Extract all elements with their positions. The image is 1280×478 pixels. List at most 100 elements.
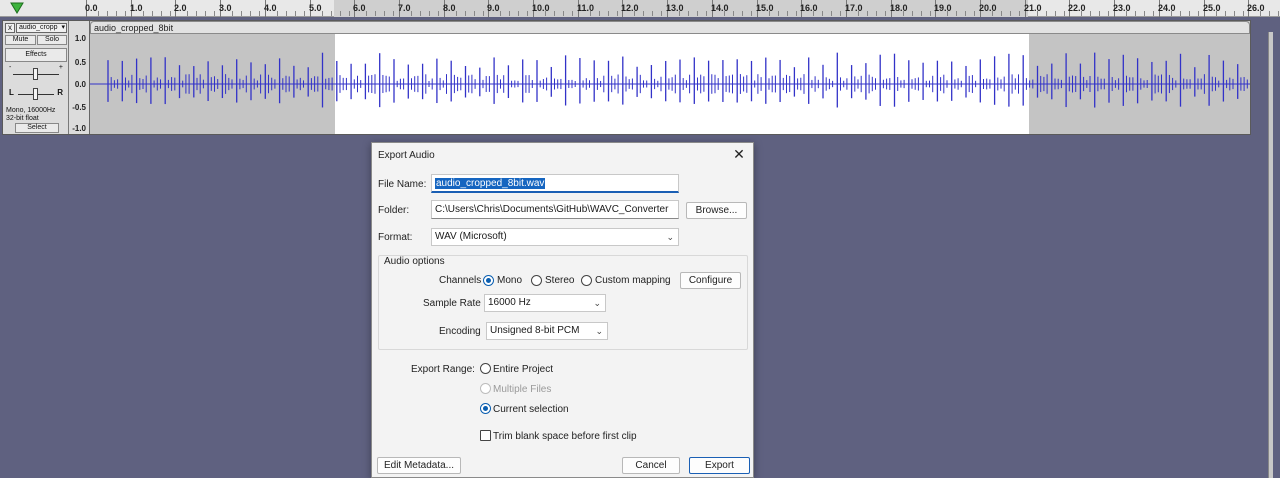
ruler-minor-tick (867, 11, 868, 16)
track-name: audio_cropp (19, 24, 58, 31)
ruler-minor-tick (250, 11, 251, 16)
gain-slider[interactable]: - + (9, 64, 63, 81)
range-current-radio[interactable] (480, 403, 491, 414)
ruler-minor-tick (187, 11, 188, 16)
ruler-minor-tick (349, 11, 350, 16)
ruler-minor-tick (885, 11, 886, 16)
sample-rate-select[interactable]: 16000 Hz ⌄ (484, 294, 606, 312)
solo-button[interactable]: Solo (37, 35, 67, 45)
ruler-minor-tick (1234, 11, 1235, 16)
export-audio-dialog: Export Audio ✕ File Name: audio_cropped_… (371, 142, 754, 478)
ruler-minor-tick (465, 11, 466, 16)
ruler-label: 0.0 (85, 3, 98, 13)
range-entire-radio[interactable] (480, 363, 491, 374)
range-entire-label[interactable]: Entire Project (493, 364, 553, 375)
ruler-minor-tick (1081, 11, 1082, 16)
ruler-minor-tick (340, 11, 341, 16)
ruler-minor-tick (903, 11, 904, 16)
channel-custom-radio[interactable] (581, 275, 592, 286)
ruler-minor-tick (590, 11, 591, 16)
ruler-minor-tick (214, 11, 215, 16)
waveform[interactable] (90, 34, 1250, 134)
ruler-minor-tick (831, 11, 832, 16)
ruler-minor-tick (661, 11, 662, 16)
ruler-label: 4.0 (264, 3, 277, 13)
ruler-minor-tick (742, 11, 743, 16)
ruler-minor-tick (769, 11, 770, 16)
cancel-button[interactable]: Cancel (622, 457, 680, 474)
ruler-minor-tick (500, 11, 501, 16)
pan-slider-thumb[interactable] (33, 88, 38, 100)
effects-button[interactable]: Effects (5, 48, 67, 62)
vertical-ruler: 1.0 0.5 0.0 -0.5 -1.0 (69, 21, 90, 134)
ruler-label: 18.0 (890, 3, 908, 13)
play-head-icon[interactable] (10, 2, 24, 15)
ruler-minor-tick (1153, 11, 1154, 16)
format-select[interactable]: WAV (Microsoft) ⌄ (431, 228, 679, 246)
gain-slider-thumb[interactable] (33, 68, 38, 80)
format-label: Format: (378, 232, 413, 243)
ruler-minor-tick (965, 11, 966, 16)
ruler-label: 25.0 (1203, 3, 1221, 13)
encoding-select[interactable]: Unsigned 8-bit PCM ⌄ (486, 322, 608, 340)
ruler-label: 21.0 (1024, 3, 1042, 13)
ruler-minor-tick (706, 11, 707, 16)
trim-blank-checkbox[interactable] (480, 430, 491, 441)
folder-input[interactable]: C:\Users\Chris\Documents\GitHub\WAVC_Con… (431, 200, 679, 219)
file-name-input[interactable]: audio_cropped_8bit.wav (431, 174, 679, 193)
ruler-minor-tick (733, 11, 734, 16)
channel-mono-label[interactable]: Mono (497, 275, 522, 286)
channel-stereo-label[interactable]: Stereo (545, 275, 574, 286)
ruler-minor-tick (599, 11, 600, 16)
configure-button[interactable]: Configure (680, 272, 741, 289)
range-current-label[interactable]: Current selection (493, 404, 569, 415)
ruler-minor-tick (1216, 11, 1217, 16)
pan-right-label: R (57, 88, 63, 97)
ruler-minor-tick (1198, 11, 1199, 16)
track-menu-arrow-icon: ▾ (61, 24, 65, 31)
track-control-panel: x audio_cropp ▾ Mute Solo Effects - + L R… (3, 21, 69, 134)
chevron-down-icon: ⌄ (593, 298, 601, 308)
ruler-minor-tick (1144, 11, 1145, 16)
close-icon[interactable]: ✕ (731, 146, 747, 162)
ruler-minor-tick (679, 11, 680, 16)
timeline-ruler[interactable]: 0.0 1.0 2.0 3.0 4.0 5.0 6.0 7.0 8.0 9.0 10.0 11.0 12… (0, 0, 1280, 17)
ruler-minor-tick (331, 11, 332, 16)
ruler-minor-tick (509, 11, 510, 16)
track-select-button[interactable]: Select (15, 123, 59, 133)
edit-metadata-button[interactable]: Edit Metadata... (377, 457, 461, 474)
ruler-minor-tick (1108, 11, 1109, 16)
track-close-button[interactable]: x (5, 23, 15, 33)
mute-button[interactable]: Mute (5, 35, 36, 45)
ruler-label: 26.0 (1247, 3, 1265, 13)
ruler-minor-tick (241, 11, 242, 16)
ruler-minor-tick (796, 11, 797, 16)
trim-blank-label[interactable]: Trim blank space before first clip (493, 431, 637, 442)
vruler-label: 0.5 (74, 58, 86, 67)
clip-name: audio_cropped_8bit (94, 23, 174, 33)
ruler-minor-tick (474, 11, 475, 16)
ruler-minor-tick (393, 11, 394, 16)
ruler-minor-tick (652, 11, 653, 16)
ruler-label: 24.0 (1158, 3, 1176, 13)
ruler-minor-tick (974, 11, 975, 16)
ruler-minor-tick (518, 11, 519, 16)
channel-stereo-radio[interactable] (531, 275, 542, 286)
audio-clip[interactable]: audio_cropped_8bit (90, 21, 1250, 134)
ruler-minor-tick (322, 11, 323, 16)
chevron-down-icon: ⌄ (666, 232, 674, 242)
vruler-label: -1.0 (72, 124, 86, 133)
track-name-menu[interactable]: audio_cropp ▾ (16, 23, 67, 33)
export-button[interactable]: Export (689, 457, 750, 474)
ruler-minor-tick (1019, 11, 1020, 16)
ruler-minor-tick (1225, 11, 1226, 16)
vertical-scrollbar[interactable] (1268, 32, 1273, 478)
export-range-label: Export Range: (411, 364, 475, 375)
pan-slider[interactable]: L R (9, 87, 63, 101)
ruler-minor-tick (259, 11, 260, 16)
channel-mono-radio[interactable] (483, 275, 494, 286)
browse-button[interactable]: Browse... (686, 202, 747, 219)
channel-custom-label[interactable]: Custom mapping (595, 275, 671, 286)
ruler-minor-tick (161, 11, 162, 16)
clip-header[interactable]: audio_cropped_8bit (90, 21, 1250, 34)
